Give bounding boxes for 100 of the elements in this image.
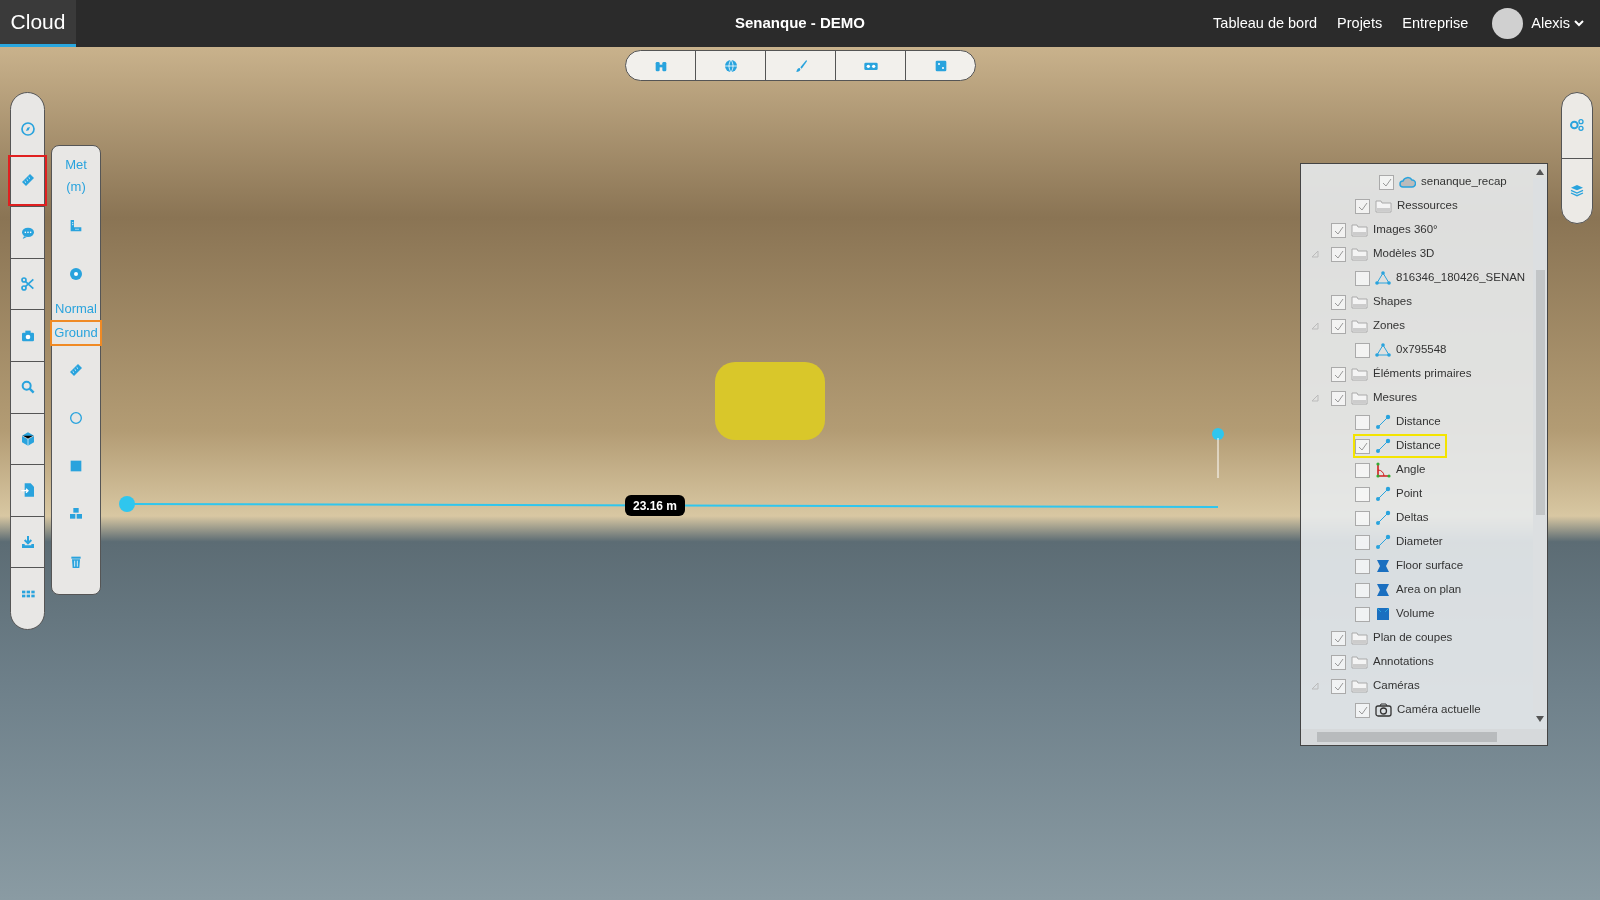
checkbox[interactable] <box>1331 222 1346 238</box>
tree-item[interactable]: Modèles 3D <box>1331 244 1439 264</box>
nav-link[interactable]: Projets <box>1337 12 1383 35</box>
checkbox[interactable] <box>1331 366 1346 382</box>
tree-item-label: Caméra actuelle <box>1397 702 1481 718</box>
layers-icon <box>1569 182 1585 199</box>
check-icon <box>1333 632 1344 644</box>
checkbox[interactable] <box>1355 510 1370 526</box>
tree-item[interactable]: Distance <box>1355 436 1445 456</box>
horizontal-scrollbar[interactable] <box>1301 729 1547 745</box>
tree-item-label: Plan de coupes <box>1373 630 1453 646</box>
folder-icon <box>1351 319 1368 333</box>
checkbox[interactable] <box>1331 294 1346 310</box>
chevron-down-icon[interactable] <box>1574 20 1584 27</box>
line-segment-icon <box>1375 414 1391 430</box>
tree-item[interactable]: Plan de coupes <box>1331 628 1457 648</box>
circle-icon <box>68 410 84 426</box>
checkbox[interactable] <box>1331 390 1346 406</box>
checkbox[interactable] <box>1355 270 1370 286</box>
checkbox[interactable] <box>1355 606 1370 622</box>
checkbox[interactable] <box>1355 342 1370 358</box>
avatar[interactable] <box>1492 8 1524 39</box>
tree-item[interactable]: senanque_recap <box>1379 172 1511 192</box>
tree-item-label: Volume <box>1396 606 1435 622</box>
checkbox[interactable] <box>1355 438 1370 454</box>
tree-item-label: Distance <box>1396 438 1441 454</box>
scroll-up-icon[interactable] <box>1536 169 1544 175</box>
nav-link[interactable]: Tableau de bord <box>1213 12 1318 35</box>
checkbox[interactable] <box>1331 654 1346 670</box>
tree-item-label: Shapes <box>1373 294 1412 310</box>
checkbox[interactable] <box>1355 534 1370 550</box>
nav-link[interactable]: Entreprise <box>1402 12 1469 35</box>
tree-item[interactable]: Mesures <box>1331 388 1422 408</box>
checkbox[interactable] <box>1331 318 1346 334</box>
volume-icon <box>1375 606 1391 622</box>
search-icon <box>19 379 36 396</box>
checkbox[interactable] <box>1379 174 1394 190</box>
folder-icon <box>1351 223 1368 237</box>
tree-item[interactable]: Caméra actuelle <box>1355 700 1485 720</box>
globe-icon <box>722 57 739 74</box>
tree-item[interactable]: Point <box>1355 484 1427 504</box>
checkbox[interactable] <box>1331 630 1346 646</box>
checkbox[interactable] <box>1355 462 1370 478</box>
project-title: Senanque - DEMO <box>734 13 866 34</box>
checkbox[interactable] <box>1355 486 1370 502</box>
tree-item-label: Ressources <box>1397 198 1458 214</box>
check-icon <box>1333 296 1344 308</box>
folder-icon <box>1351 367 1368 381</box>
tree-item[interactable]: Annotations <box>1331 652 1438 672</box>
folder-icon <box>1351 295 1368 309</box>
tree-item[interactable]: Images 360° <box>1331 220 1442 240</box>
checkbox[interactable] <box>1355 582 1370 598</box>
scroll-down-icon[interactable] <box>1536 716 1544 722</box>
tree-item[interactable]: 0x795548 <box>1355 340 1451 360</box>
tree-item[interactable]: Deltas <box>1355 508 1433 528</box>
tree-item[interactable]: Zones <box>1331 316 1409 336</box>
tree-item-label: Point <box>1396 486 1423 502</box>
logo[interactable]: Cloud <box>0 0 76 47</box>
tree-item[interactable]: Shapes <box>1331 292 1416 312</box>
line-segment-icon <box>1375 510 1391 526</box>
tree-item[interactable]: Floor surface <box>1355 556 1468 576</box>
checkbox[interactable] <box>1331 678 1346 694</box>
checkbox[interactable] <box>1355 558 1370 574</box>
tree-item[interactable]: Volume <box>1355 604 1439 624</box>
folder-icon <box>1351 247 1368 261</box>
tree-item[interactable]: Diameter <box>1355 532 1447 552</box>
expand-triangle-icon[interactable] <box>1311 322 1319 330</box>
folder-icon <box>1375 199 1392 213</box>
tree-item[interactable]: Ressources <box>1355 196 1462 216</box>
tree-item[interactable]: Angle <box>1355 460 1430 480</box>
expand-triangle-icon[interactable] <box>1311 682 1319 690</box>
check-icon <box>1333 680 1344 692</box>
user-name[interactable]: Alexis <box>1531 12 1570 35</box>
compass-icon <box>19 120 36 137</box>
tree-item-label: Caméras <box>1373 678 1420 694</box>
expand-triangle-icon[interactable] <box>1311 250 1319 258</box>
expand-triangle-icon[interactable] <box>1311 394 1319 402</box>
tree-item-label: Annotations <box>1373 654 1434 670</box>
tree-item-label: Mesures <box>1373 390 1418 406</box>
tree-item-label: Diameter <box>1396 534 1443 550</box>
trash-icon <box>68 554 84 570</box>
tree-item[interactable]: Area on plan <box>1355 580 1466 600</box>
surface-icon <box>1375 558 1391 574</box>
folder-icon <box>1351 679 1368 693</box>
checkbox[interactable] <box>1355 198 1370 214</box>
ruler-tool-button[interactable] <box>8 154 47 207</box>
tree-item[interactable]: Éléments primaires <box>1331 364 1476 384</box>
tree-item[interactable]: 816346_180426_SENAN <box>1355 268 1530 288</box>
checkbox[interactable] <box>1331 246 1346 262</box>
check-icon <box>1357 704 1368 716</box>
angle-icon <box>1375 462 1391 478</box>
checkbox[interactable] <box>1355 414 1370 430</box>
scissors-icon <box>19 276 36 293</box>
tree-item[interactable]: Caméras <box>1331 676 1424 696</box>
tree-item[interactable]: Distance <box>1355 412 1445 432</box>
cloud-icon <box>1399 176 1416 188</box>
checkbox[interactable] <box>1355 702 1370 718</box>
cube-icon <box>19 430 36 447</box>
file-import-icon <box>19 482 36 499</box>
distance-label: 23.16 m <box>625 495 686 516</box>
